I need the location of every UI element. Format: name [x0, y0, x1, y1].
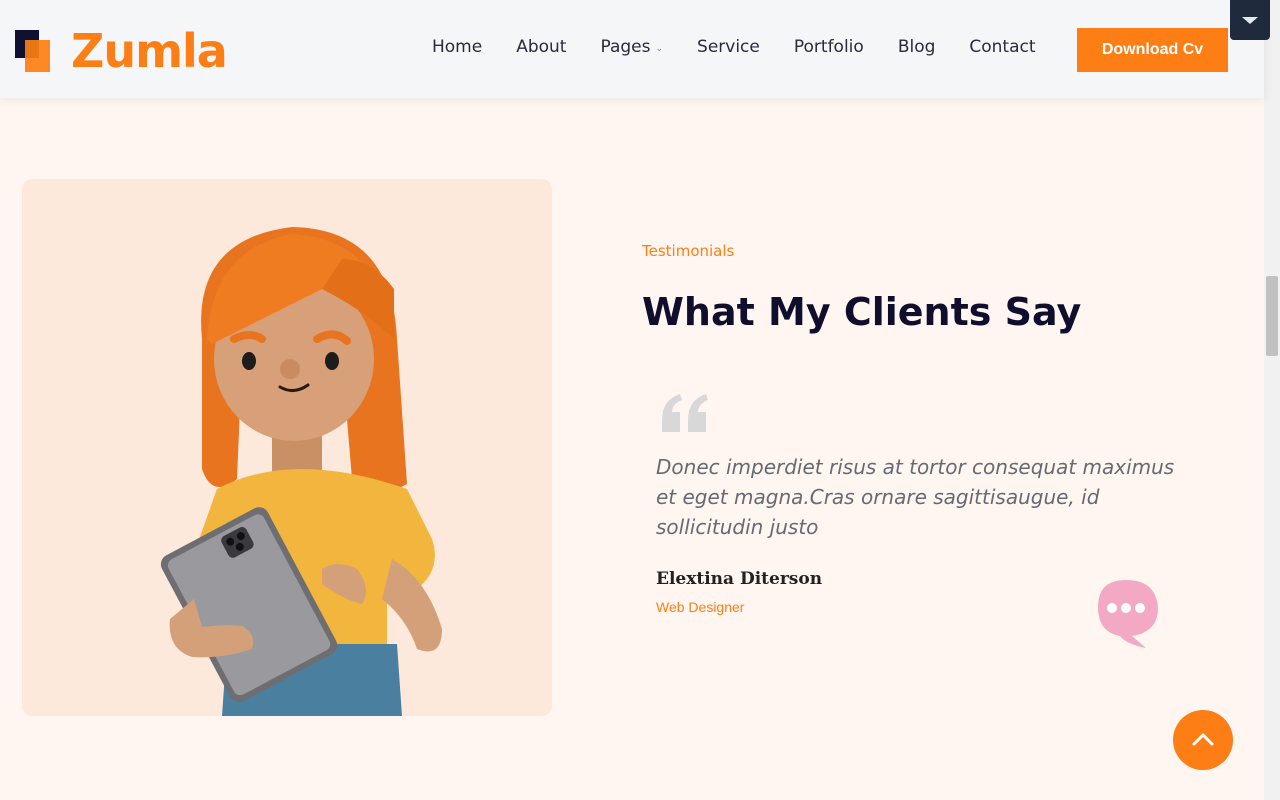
page-scrollbar[interactable] [1264, 0, 1280, 800]
caret-down-icon [1242, 16, 1258, 24]
section-title: What My Clients Say [642, 290, 1082, 334]
logo[interactable]: Zumla [15, 24, 228, 78]
testimonial-image-card [22, 179, 552, 716]
download-cv-button[interactable]: Download Cv [1077, 28, 1228, 72]
back-to-top-button[interactable] [1173, 710, 1233, 770]
testimonial-quote: Donec imperdiet risus at tortor consequa… [656, 455, 1175, 539]
nav-about[interactable]: About [516, 37, 566, 57]
testimonial-card: Donec imperdiet risus at tortor consequa… [642, 372, 1202, 672]
arrow-up-icon [1192, 733, 1214, 746]
nav-service[interactable]: Service [697, 37, 760, 57]
logo-mark [15, 30, 51, 72]
nav-pages-label: Pages [600, 37, 651, 57]
author-role: Web Designer [656, 599, 745, 615]
nav-pages[interactable]: Pages ⌄ [600, 37, 663, 57]
scrollbar-thumb[interactable] [1266, 276, 1278, 356]
nav-home[interactable]: Home [432, 37, 482, 57]
section-tag: Testimonials [642, 242, 735, 260]
quote-icon [662, 394, 708, 432]
author-name: Elextina Diterson [656, 569, 823, 589]
girl-with-tablet-illustration [160, 227, 442, 716]
chevron-down-icon: ⌄ [655, 43, 664, 54]
chat-bubble-icon [1098, 580, 1158, 648]
nav-blog[interactable]: Blog [898, 37, 936, 57]
main-nav: Home About Pages ⌄ Service Portfolio Blo… [432, 37, 1070, 57]
logo-text: Zumla [71, 24, 228, 78]
nav-portfolio[interactable]: Portfolio [794, 37, 864, 57]
nav-contact[interactable]: Contact [969, 37, 1035, 57]
site-header: Zumla Home About Pages ⌄ Service Portfol… [0, 0, 1264, 98]
panel-toggle-button[interactable] [1230, 0, 1270, 40]
